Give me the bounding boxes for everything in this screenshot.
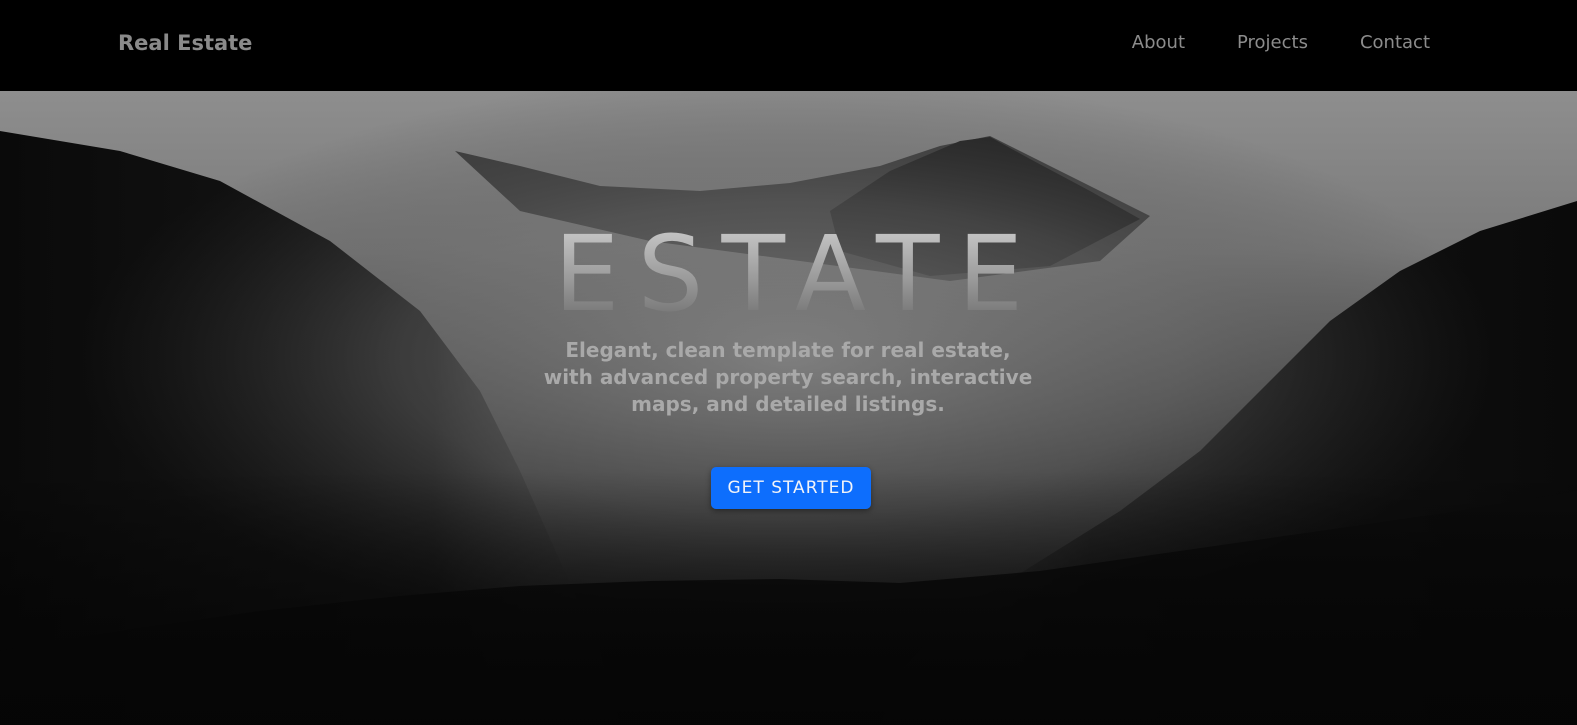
brand-link[interactable]: Real Estate: [118, 30, 252, 56]
nav-link-projects[interactable]: Projects: [1237, 30, 1308, 56]
hero-subtitle: Elegant, clean template for real estate,…: [543, 338, 1033, 416]
hero-section: ESTATE Elegant, clean template for real …: [0, 91, 1577, 725]
nav-link-about[interactable]: About: [1132, 30, 1185, 56]
nav-link-contact[interactable]: Contact: [1360, 30, 1430, 56]
hero-title: ESTATE: [0, 219, 1577, 329]
nav-links: About Projects Contact: [1080, 30, 1430, 56]
navbar: Real Estate About Projects Contact: [0, 0, 1577, 91]
get-started-button[interactable]: GET STARTED: [711, 467, 871, 509]
